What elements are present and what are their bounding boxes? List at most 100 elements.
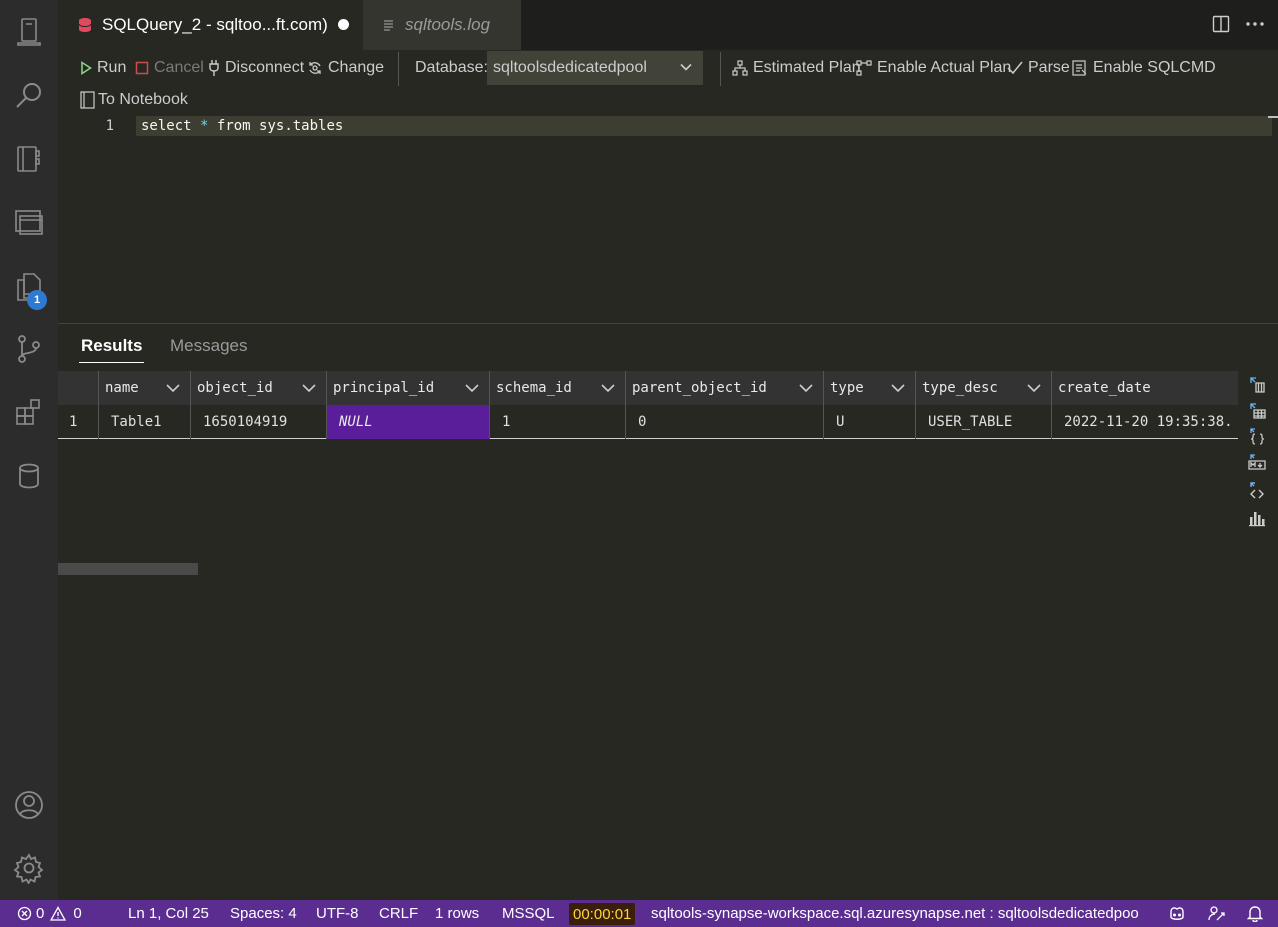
chevron-down-icon[interactable]: [601, 382, 615, 394]
cursor-position[interactable]: Ln 1, Col 25: [128, 900, 209, 927]
indentation[interactable]: Spaces: 4: [230, 900, 297, 927]
chevron-down-icon[interactable]: [1027, 382, 1041, 394]
chevron-down-icon[interactable]: [891, 382, 905, 394]
change-connection-button[interactable]: Change: [307, 57, 384, 79]
code-line[interactable]: select * from sys.tables: [141, 118, 343, 134]
chart-icon[interactable]: [1244, 506, 1270, 530]
change-icon: [309, 62, 321, 74]
disconnect-button[interactable]: Disconnect: [208, 57, 304, 79]
cell-type[interactable]: U: [823, 405, 915, 439]
stop-icon: [135, 61, 149, 75]
play-icon: [81, 61, 92, 75]
language-mode[interactable]: MSSQL: [502, 900, 555, 927]
encoding[interactable]: UTF-8: [316, 900, 359, 927]
parse-button[interactable]: Parse: [1007, 57, 1070, 79]
enable-sqlcmd-button[interactable]: Enable SQLCMD: [1072, 57, 1216, 79]
tab-messages[interactable]: Messages: [170, 336, 247, 356]
text-file-icon: [383, 19, 395, 31]
cell-object-id[interactable]: 1650104919: [190, 405, 326, 439]
cell-schema-id[interactable]: 1: [489, 405, 625, 439]
save-as-csv-icon[interactable]: [1244, 372, 1270, 396]
source-control-icon[interactable]: [0, 325, 58, 373]
run-button[interactable]: Run: [80, 57, 126, 79]
chevron-down-icon[interactable]: [465, 382, 479, 394]
tab-results[interactable]: Results: [78, 336, 145, 363]
enable-actual-plan-button[interactable]: Enable Actual Plan: [856, 57, 1011, 79]
query-toolbar: Run Cancel Disconnect Change Database: s…: [58, 50, 1278, 114]
line-ending[interactable]: CRLF: [379, 900, 418, 927]
plan-icon: [732, 60, 748, 76]
tab-sqlquery[interactable]: SQLQuery_2 - sqltoo...ft.com): [58, 0, 363, 50]
split-editor-icon[interactable]: [1209, 12, 1233, 36]
explorer-badge: 1: [27, 290, 47, 310]
to-notebook-button[interactable]: To Notebook: [80, 89, 188, 111]
column-header-object-id[interactable]: object_id: [190, 371, 326, 405]
editor-scrollbar[interactable]: [1266, 114, 1278, 324]
explorer-icon[interactable]: 1: [0, 262, 58, 310]
notebooks-icon[interactable]: [0, 135, 58, 183]
account-icon[interactable]: [0, 781, 58, 829]
column-header-schema-id[interactable]: schema_id: [489, 371, 625, 405]
cell-parent-object-id[interactable]: 0: [625, 405, 823, 439]
row-number: 1: [69, 414, 78, 430]
editor-tab-bar: SQLQuery_2 - sqltoo...ft.com) sqltools.l…: [58, 0, 1278, 50]
query-timer: 00:00:01: [569, 903, 636, 925]
save-as-markdown-icon[interactable]: [1244, 450, 1270, 474]
problems-indicator[interactable]: 0 0: [17, 900, 82, 927]
search-icon[interactable]: [0, 72, 58, 120]
plug-icon: [209, 60, 219, 76]
cell-name[interactable]: Table1: [98, 405, 190, 439]
tab-sqltools-log[interactable]: sqltools.log: [363, 0, 521, 50]
cell-principal-id-selected[interactable]: NULL: [326, 405, 489, 439]
cell-create-date[interactable]: 2022-11-20 19:35:38.: [1051, 405, 1238, 439]
code-editor[interactable]: 1 select * from sys.tables: [58, 114, 1278, 324]
chevron-down-icon: [680, 63, 692, 71]
extensions-icon[interactable]: [0, 388, 58, 436]
column-header-parent-object-id[interactable]: parent_object_id: [625, 371, 823, 405]
more-actions-icon[interactable]: [1243, 12, 1267, 36]
cell-type-desc[interactable]: USER_TABLE: [915, 405, 1051, 439]
column-header-name[interactable]: name: [98, 371, 190, 405]
identifier-token: sys.tables: [250, 118, 344, 134]
copilot-icon[interactable]: [1168, 900, 1186, 927]
column-header-type-desc[interactable]: type_desc: [915, 371, 1051, 405]
save-as-json-icon[interactable]: [1244, 424, 1270, 448]
error-icon: [17, 906, 32, 921]
chevron-down-icon[interactable]: [302, 382, 316, 394]
column-header-type[interactable]: type: [823, 371, 915, 405]
keyword-token: from: [216, 118, 251, 134]
connection-info[interactable]: sqltools-synapse-workspace.sql.azuresyna…: [651, 900, 1155, 927]
toolbar-separator: [720, 52, 721, 86]
database-icon[interactable]: [0, 452, 58, 500]
database-select[interactable]: sqltoolsdedicatedpool: [487, 51, 703, 85]
save-as-xml-icon[interactable]: [1244, 478, 1270, 502]
toolbar-separator: [398, 52, 399, 86]
save-as-excel-icon[interactable]: [1244, 398, 1270, 422]
column-header-principal-id[interactable]: principal_id: [326, 371, 489, 405]
cursor-marker: [1268, 116, 1278, 118]
table-row[interactable]: 1 Table1 1650104919 NULL 1 0 U USER_TABL…: [58, 405, 1238, 439]
feedback-icon[interactable]: [1208, 900, 1225, 927]
connections-icon[interactable]: [0, 8, 58, 56]
warning-icon: [50, 906, 67, 921]
check-icon: [1007, 61, 1023, 75]
column-header-create-date[interactable]: create_date: [1051, 371, 1238, 405]
chevron-down-icon[interactable]: [799, 382, 813, 394]
windows-icon[interactable]: [0, 198, 58, 246]
unsaved-dot-icon[interactable]: [338, 19, 349, 30]
settings-gear-icon[interactable]: [0, 844, 58, 892]
results-pane: Results Messages name object_id principa…: [58, 324, 1278, 900]
notifications-bell-icon[interactable]: [1247, 900, 1263, 927]
chevron-down-icon[interactable]: [166, 382, 180, 394]
actual-plan-icon: [856, 60, 872, 76]
cancel-button[interactable]: Cancel: [135, 57, 204, 79]
grid-horizontal-scrollbar[interactable]: [58, 563, 198, 575]
activity-bar: 1: [0, 0, 58, 900]
status-bar: 0 0 Ln 1, Col 25 Spaces: 4 UTF-8 CRLF 1 …: [0, 900, 1278, 927]
line-number: 1: [105, 118, 114, 134]
estimated-plan-button[interactable]: Estimated Plan: [732, 57, 861, 79]
grid-header: name object_id principal_id schema_id pa…: [58, 371, 1238, 405]
database-label: Database:: [415, 59, 488, 76]
sqlcmd-icon: [1072, 60, 1087, 76]
row-count: 1 rows: [435, 905, 480, 922]
